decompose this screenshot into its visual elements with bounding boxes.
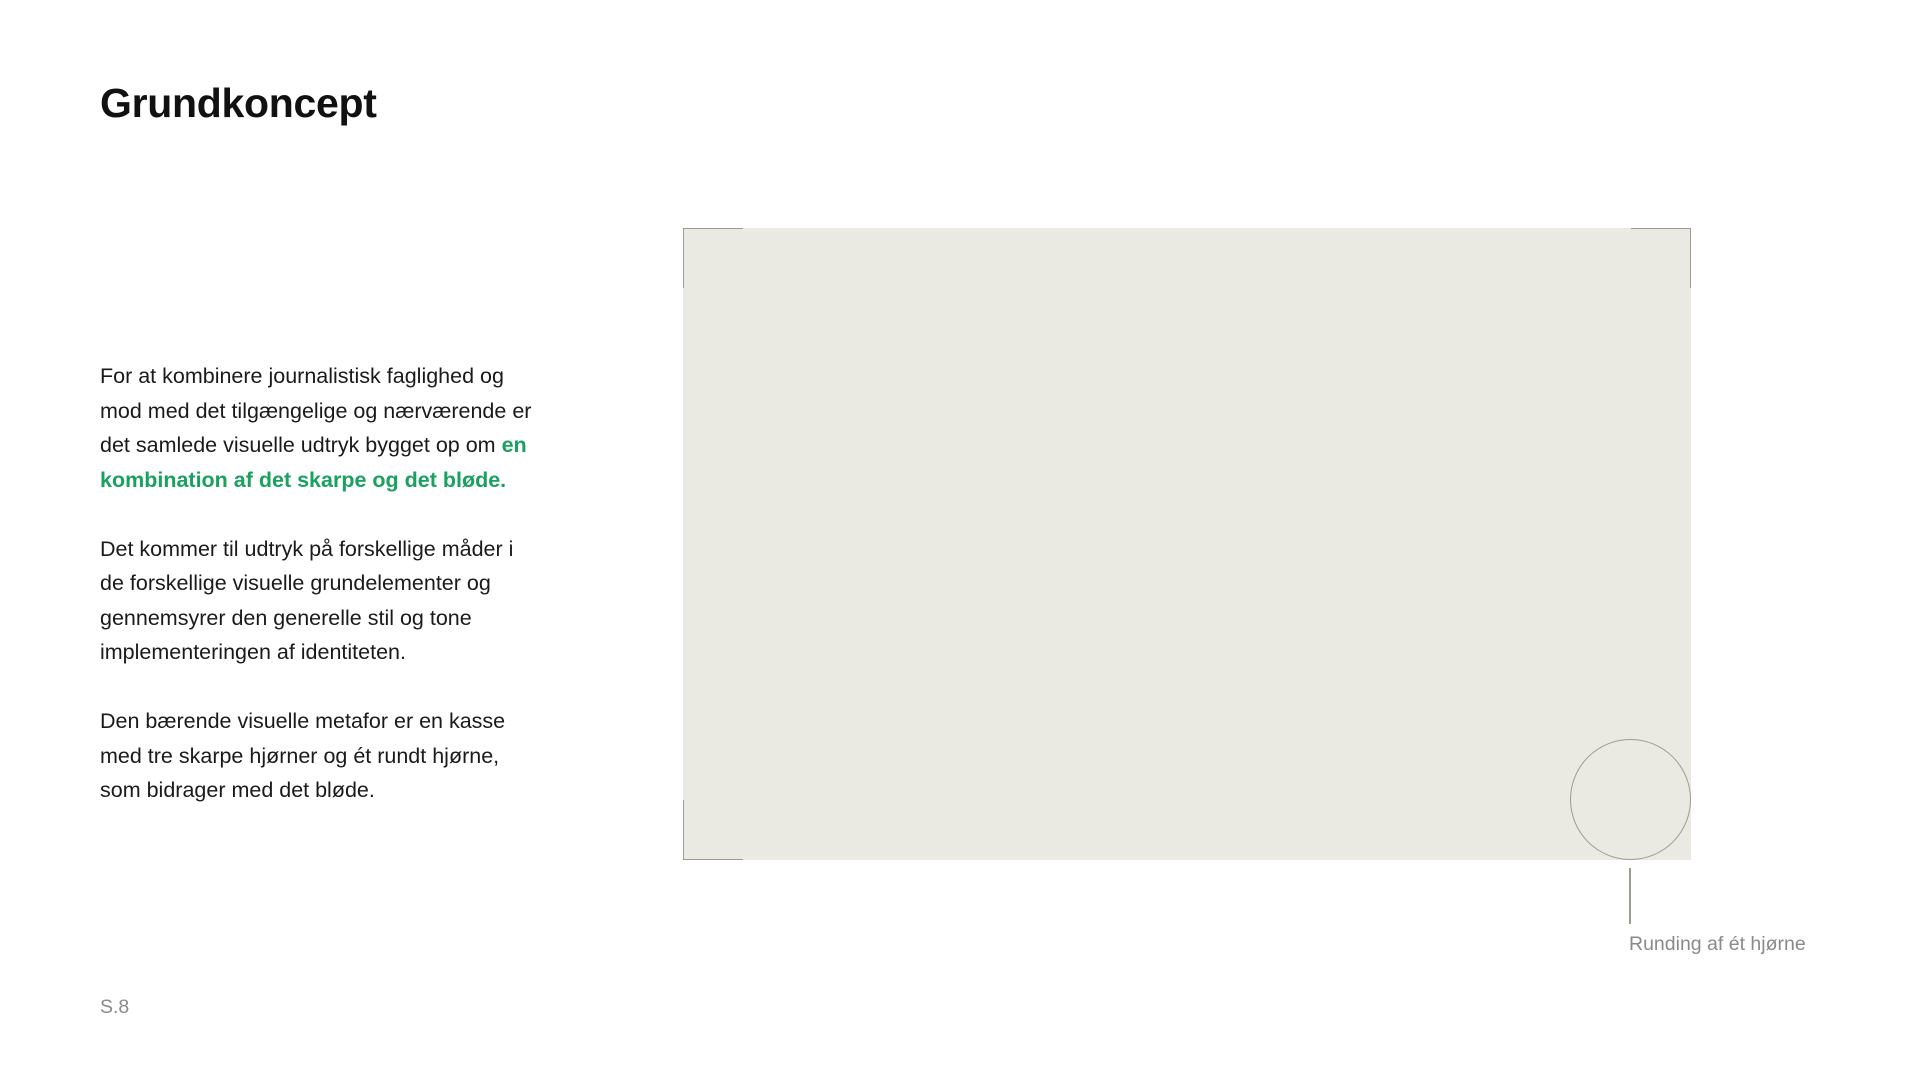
paragraph-expression: Det kommer til udtryk på forskellige måd…	[100, 536, 514, 665]
sharp-corner-bottom-left	[683, 800, 743, 860]
paragraph-metaphor: Den bærende visuelle metafor er en kasse…	[100, 709, 506, 802]
page-number: S.8	[100, 996, 130, 1018]
intro-text: For at kombinere journalistisk faglighed…	[100, 364, 532, 457]
page-title: Grundkoncept	[100, 80, 377, 126]
sharp-corner-top-right	[1631, 228, 1691, 288]
body-text: For at kombinere journalistisk faglighed…	[100, 359, 540, 842]
concept-box-illustration	[683, 228, 1691, 860]
callout-label: Runding af ét hjørne	[1629, 933, 1806, 955]
rounded-corner-circle	[1570, 739, 1691, 860]
paragraph-intro: For at kombinere journalistisk faglighed…	[100, 359, 540, 497]
sharp-corner-top-left	[683, 228, 743, 288]
callout-line	[1629, 868, 1631, 924]
